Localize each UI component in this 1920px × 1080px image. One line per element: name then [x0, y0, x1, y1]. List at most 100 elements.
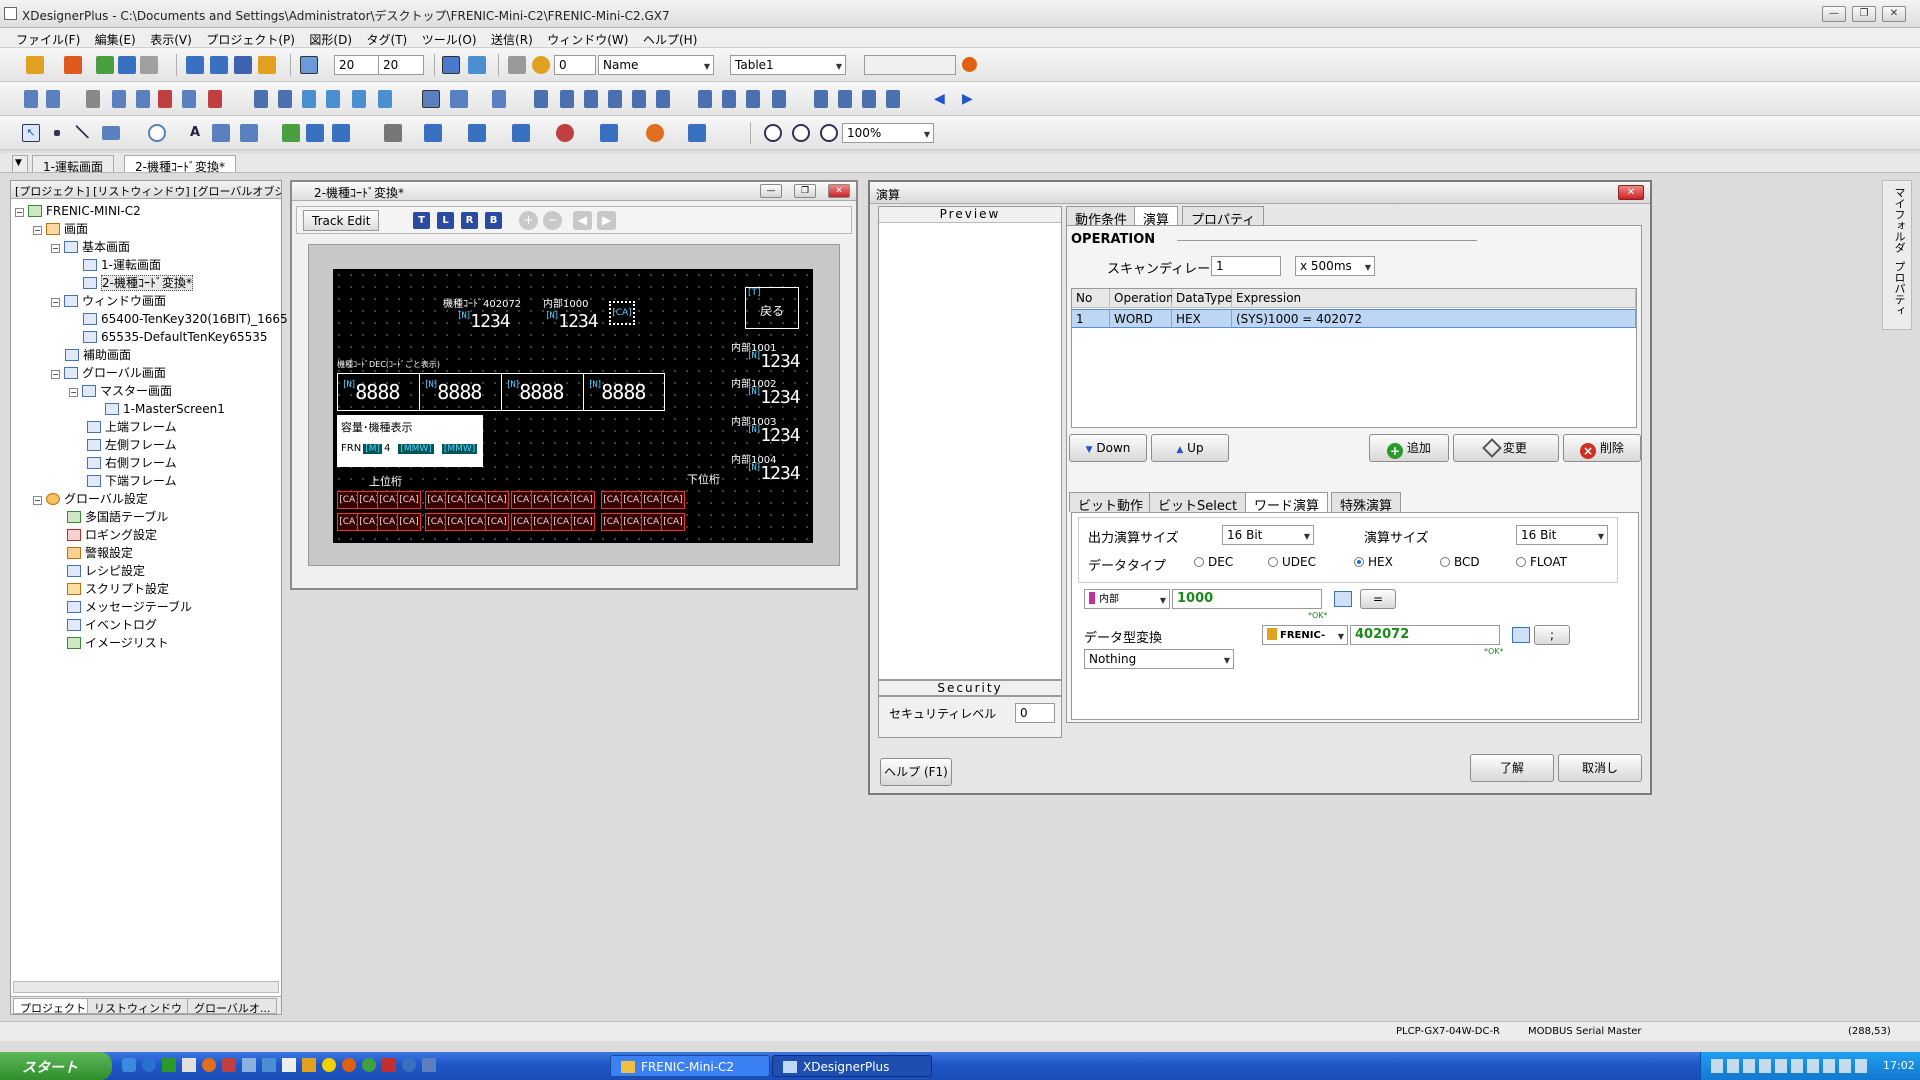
- state-number-input[interactable]: 0: [554, 55, 596, 75]
- cancel-button[interactable]: 取消し: [1558, 754, 1642, 782]
- numeric-display[interactable]: [N]1234: [545, 311, 599, 332]
- calc-object[interactable]: [CA]: [571, 513, 595, 531]
- size2-icon[interactable]: [838, 90, 852, 108]
- compile-icon[interactable]: [210, 56, 228, 74]
- selected-calc-object[interactable]: [CA]: [609, 301, 635, 325]
- tree-left-frame[interactable]: 左側フレーム: [87, 437, 177, 453]
- table-cell[interactable]: WORD: [1110, 309, 1172, 328]
- numeric-display[interactable]: [N]8888: [424, 380, 482, 404]
- numeric-tool-icon[interactable]: [424, 124, 442, 142]
- plus-icon[interactable]: +: [519, 211, 538, 230]
- snap-icon[interactable]: [442, 56, 460, 74]
- zoom-out-icon[interactable]: [820, 124, 838, 142]
- align-bottom-icon[interactable]: [656, 90, 670, 108]
- app-icon[interactable]: [342, 1058, 356, 1072]
- tree-screen-2[interactable]: 2-機種ｺｰﾄﾞ変換*: [83, 275, 193, 291]
- lamp-tool-icon[interactable]: [512, 124, 530, 142]
- capacity-panel[interactable]: 容量･機種表示 FRN [M] 4 [MMW] [MMW]: [337, 415, 483, 467]
- add-screen-icon[interactable]: [96, 56, 114, 74]
- off-icon[interactable]: [508, 56, 526, 74]
- calc-object[interactable]: [CA]: [571, 491, 595, 509]
- task-explorer[interactable]: FRENIC-Mini-C2: [610, 1055, 770, 1077]
- zoom-in-icon[interactable]: [764, 124, 782, 142]
- size3-icon[interactable]: [862, 90, 876, 108]
- tab-calc[interactable]: 演算: [1134, 206, 1179, 228]
- grid-y-input[interactable]: 20: [378, 55, 424, 75]
- output-size-select[interactable]: 16 Bit: [1222, 525, 1314, 545]
- radio-bcd[interactable]: BCD: [1440, 555, 1480, 569]
- menu-send[interactable]: 送信(R): [485, 28, 538, 48]
- meter-tool-icon[interactable]: [332, 124, 350, 142]
- freeform-tool-icon[interactable]: [240, 124, 258, 142]
- app-icon[interactable]: [302, 1058, 316, 1072]
- align-left-icon[interactable]: [534, 90, 548, 108]
- group-icon[interactable]: [254, 90, 268, 108]
- monitor-icon[interactable]: [234, 56, 252, 74]
- same-width-icon[interactable]: [746, 90, 760, 108]
- screen-restore-button[interactable]: ❐: [794, 184, 816, 198]
- address-input[interactable]: 1000: [1172, 589, 1322, 609]
- front-icon[interactable]: [302, 90, 316, 108]
- grid-tool-icon[interactable]: [600, 124, 618, 142]
- start-button[interactable]: スタート: [0, 1052, 112, 1080]
- align-top-button[interactable]: T: [413, 212, 430, 229]
- align-right-button[interactable]: R: [461, 212, 478, 229]
- align-top-icon[interactable]: [608, 90, 622, 108]
- task-xdesigner[interactable]: XDesignerPlus: [772, 1055, 932, 1077]
- dot-tool-icon[interactable]: [54, 130, 60, 136]
- tab-screen-1[interactable]: 1-運転画面: [32, 155, 114, 174]
- copy-icon[interactable]: [112, 90, 126, 108]
- tree-logging[interactable]: ロギング設定: [67, 527, 157, 543]
- undo-icon[interactable]: [24, 90, 38, 108]
- tree-alarm[interactable]: 警報設定: [67, 545, 133, 561]
- app-icon[interactable]: [222, 1058, 236, 1072]
- blank-field[interactable]: [864, 55, 956, 75]
- calc-object[interactable]: [CA]: [397, 513, 421, 531]
- excel-icon[interactable]: [162, 1058, 176, 1072]
- switch-tool-icon[interactable]: [468, 124, 486, 142]
- tree-window-2[interactable]: 65535-DefaultTenKey65535: [83, 329, 268, 345]
- align-bottom-button[interactable]: B: [485, 212, 502, 229]
- delete-icon[interactable]: [158, 90, 172, 108]
- keypad-icon[interactable]: [1512, 627, 1530, 643]
- screen-close-button[interactable]: ✕: [828, 184, 850, 198]
- chrome-icon[interactable]: [362, 1058, 376, 1072]
- space-v-icon[interactable]: [722, 90, 736, 108]
- graph-tool-icon[interactable]: [688, 124, 706, 142]
- menu-tool[interactable]: ツール(O): [416, 28, 482, 48]
- menu-window[interactable]: ウィンドウ(W): [541, 28, 633, 48]
- radio-udec[interactable]: UDEC: [1268, 555, 1316, 569]
- tree-top-frame[interactable]: 上端フレーム: [87, 419, 177, 435]
- space-h-icon[interactable]: [698, 90, 712, 108]
- minimize-button[interactable]: —: [1822, 6, 1846, 22]
- radio-dec[interactable]: DEC: [1194, 555, 1233, 569]
- device-select[interactable]: 内部: [1084, 589, 1170, 609]
- duplicate-icon[interactable]: [182, 90, 196, 108]
- calc-object[interactable]: [CA]: [485, 513, 509, 531]
- tree-master-1[interactable]: 1-MasterScreen1: [105, 401, 225, 417]
- zoom-select[interactable]: 100%: [842, 123, 934, 143]
- align-right-icon[interactable]: [584, 90, 598, 108]
- tree-global-screen[interactable]: − グローバル画面: [51, 365, 166, 381]
- numeric-display[interactable]: [N]1234: [747, 463, 801, 484]
- tree-aux-screen[interactable]: 補助画面: [65, 347, 131, 363]
- fit-icon[interactable]: [492, 90, 506, 108]
- polygon-tool-icon[interactable]: [212, 124, 230, 142]
- back-icon[interactable]: [326, 90, 340, 108]
- calc-size-select[interactable]: 16 Bit: [1516, 525, 1608, 545]
- menu-edit[interactable]: 編集(E): [89, 28, 141, 48]
- open-icon[interactable]: [64, 56, 82, 74]
- menu-tag[interactable]: タグ(T): [361, 28, 413, 48]
- tree-multilang[interactable]: 多国語テーブル: [67, 509, 168, 525]
- left-icon[interactable]: ◀: [573, 211, 592, 230]
- tree-window-1[interactable]: 65400-TenKey320(16BIT)_1665: [83, 311, 288, 327]
- keypad-icon[interactable]: [1334, 591, 1352, 607]
- tree-bottom-frame[interactable]: 下端フレーム: [87, 473, 177, 489]
- tab-bit-select[interactable]: ビットSelect: [1149, 492, 1247, 514]
- dialog-close-button[interactable]: ✕: [1618, 185, 1644, 200]
- help-button[interactable]: ヘルプ (F1): [880, 758, 952, 786]
- tab-screen-2[interactable]: 2-機種ｺｰﾄﾞ変換*: [124, 155, 236, 174]
- table-tool-icon[interactable]: [306, 124, 324, 142]
- app-icon[interactable]: [422, 1058, 436, 1072]
- add-button[interactable]: + 追加: [1369, 434, 1449, 462]
